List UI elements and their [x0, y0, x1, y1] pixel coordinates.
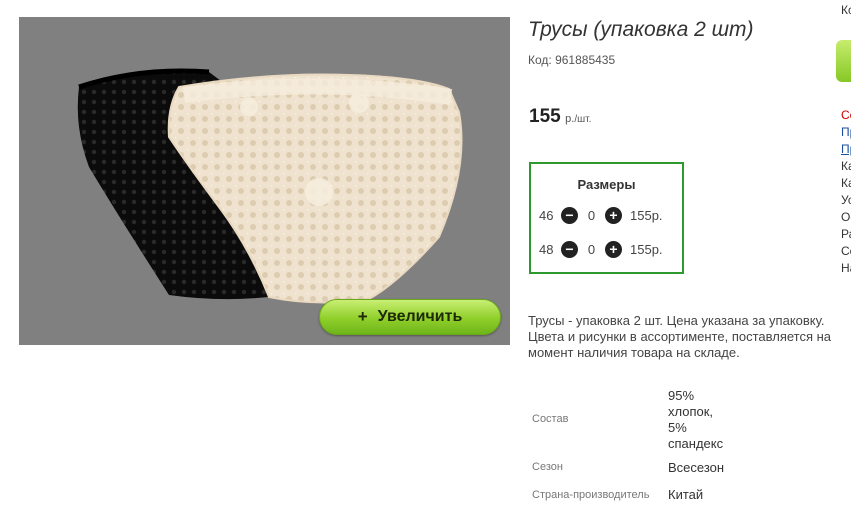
attr-label-composition: Состав: [532, 413, 569, 425]
price-per-unit: /шт.: [574, 114, 592, 125]
side-item: Ка: [841, 176, 851, 190]
quantity-value[interactable]: 0: [578, 242, 605, 257]
side-item: На: [841, 261, 851, 275]
side-item: Ус: [841, 193, 851, 207]
size-label: 48: [539, 241, 554, 257]
product-photo: [77, 68, 463, 304]
price-value: 155: [529, 106, 561, 127]
side-item[interactable]: Сс: [841, 108, 851, 122]
side-column: Кс Сс Пр Пр Ка Ка Ус Ос Ра Сс На: [841, 0, 851, 513]
decrement-icon[interactable]: −: [561, 206, 578, 224]
price-unit: р./шт.: [565, 113, 591, 125]
product-description: Трусы - упаковка 2 шт. Цена указана за у…: [528, 313, 832, 360]
sizes-title: Размеры: [577, 177, 636, 192]
plus-icon: +: [357, 307, 368, 326]
side-item[interactable]: Пр: [841, 142, 851, 156]
attr-value-country: Китай: [668, 487, 704, 502]
zoom-button[interactable]: + Увеличить: [319, 299, 501, 335]
product-price: 155 р./шт.: [529, 106, 591, 128]
attr-value-line: 95%: [668, 388, 695, 403]
price-currency: р.: [565, 113, 575, 125]
attr-label-season: Сезон: [532, 461, 563, 473]
size-price: 155р.: [630, 241, 663, 257]
size-row-48: 48 − 0 + 155р.: [539, 239, 663, 259]
attr-value-line: 5%: [668, 420, 687, 435]
side-item[interactable]: Пр: [841, 125, 851, 139]
side-item: Сс: [841, 244, 851, 258]
product-code: Код: 961885435: [528, 53, 616, 67]
size-row-46: 46 − 0 + 155р.: [539, 205, 663, 225]
attr-value-line: спандекс: [668, 436, 724, 451]
sizes-selector: Размеры 46 − 0 + 155р. 48 − 0 + 155р.: [529, 162, 684, 274]
product-image[interactable]: + Увеличить: [19, 17, 510, 345]
quantity-value[interactable]: 0: [578, 208, 605, 223]
side-item: Ра: [841, 227, 851, 241]
zoom-button-label: Увеличить: [377, 308, 463, 325]
decrement-icon[interactable]: −: [561, 240, 578, 258]
side-item: Ка: [841, 159, 851, 173]
size-label: 46: [539, 207, 554, 223]
product-title: Трусы (упаковка 2 шт): [528, 18, 754, 41]
attr-label-country: Страна-производитель: [532, 489, 650, 501]
size-price: 155р.: [630, 207, 663, 223]
attr-value-composition: 95% хлопок, 5% спандекс: [668, 388, 723, 452]
side-item: Кс: [841, 3, 851, 17]
side-item: Ос: [841, 210, 851, 224]
attr-value-line: хлопок,: [668, 404, 714, 419]
attr-value-season: Всесезон: [668, 460, 725, 475]
increment-icon[interactable]: +: [605, 206, 622, 224]
increment-icon[interactable]: +: [605, 240, 622, 258]
